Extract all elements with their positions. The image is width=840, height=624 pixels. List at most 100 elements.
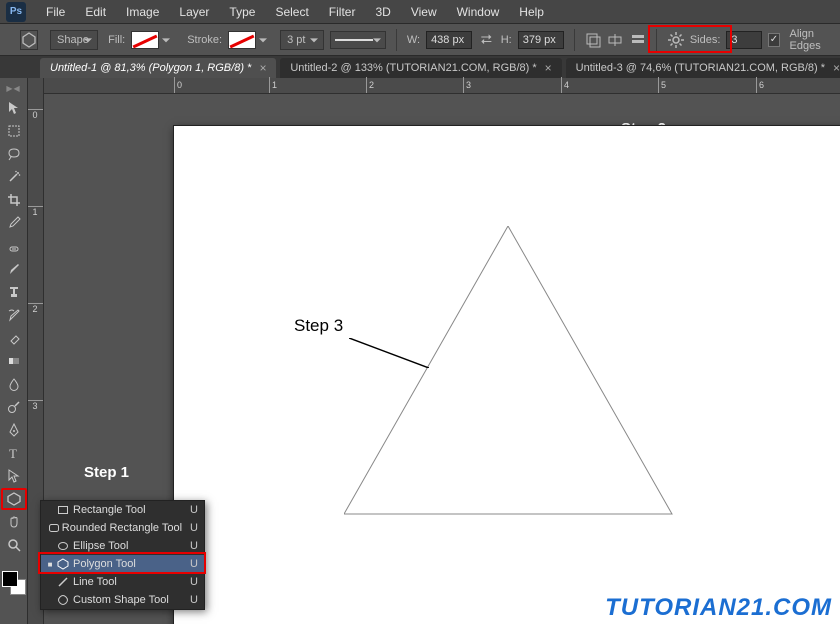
ruler-tick: 3 [463, 77, 471, 93]
menu-help[interactable]: Help [509, 0, 554, 24]
document-canvas[interactable]: Step 3 [174, 126, 840, 624]
align-edges-label: Align Edges [790, 28, 834, 52]
width-input[interactable] [426, 31, 472, 49]
line-tool-item[interactable]: Line Tool U [41, 573, 204, 591]
tool-preset-icon[interactable] [20, 30, 38, 50]
shape-tool-flyout: Rectangle Tool U Rounded Rectangle Tool … [40, 500, 205, 610]
foreground-background-colors[interactable] [2, 571, 26, 595]
height-label: H: [501, 34, 512, 46]
lasso-tool[interactable] [1, 143, 27, 165]
marquee-tool[interactable] [1, 120, 27, 142]
rounded-rectangle-icon [48, 522, 60, 534]
annotation-step3: Step 3 [294, 316, 343, 336]
menu-filter[interactable]: Filter [319, 0, 366, 24]
rectangle-tool-item[interactable]: Rectangle Tool U [41, 501, 204, 519]
ellipse-tool-item[interactable]: Ellipse Tool U [41, 537, 204, 555]
eraser-tool[interactable] [1, 327, 27, 349]
separator [574, 29, 575, 51]
tools-panel: ▶◀ T [0, 78, 28, 624]
link-wh-icon[interactable]: ⮂ [478, 29, 495, 51]
ruler-tick: 4 [561, 77, 569, 93]
brush-tool[interactable] [1, 258, 27, 280]
crop-tool[interactable] [1, 189, 27, 211]
custom-shape-icon [55, 594, 71, 606]
sides-label: Sides: [690, 34, 721, 46]
polygon-tool-item[interactable]: ■ Polygon Tool U [41, 555, 204, 573]
path-align-icon[interactable] [584, 29, 601, 51]
horizontal-ruler[interactable]: 0 1 2 3 4 5 6 [44, 78, 840, 94]
stroke-style-dropdown[interactable] [330, 31, 386, 49]
tab-untitled-2[interactable]: Untitled-2 @ 133% (TUTORIAN21.COM, RGB/8… [280, 58, 561, 78]
stroke-style-preview [335, 39, 373, 41]
tab-label: Untitled-2 @ 133% (TUTORIAN21.COM, RGB/8… [290, 62, 536, 74]
magic-wand-tool[interactable] [1, 166, 27, 188]
flyout-shortcut: U [190, 522, 198, 534]
path-options-icon[interactable] [630, 29, 647, 51]
gradient-tool[interactable] [1, 350, 27, 372]
separator [396, 29, 397, 51]
selected-marker: ■ [45, 560, 55, 569]
menu-window[interactable]: Window [447, 0, 510, 24]
path-arrange-icon[interactable] [607, 29, 624, 51]
history-brush-tool[interactable] [1, 304, 27, 326]
dodge-tool[interactable] [1, 396, 27, 418]
polygon-shape[interactable] [344, 226, 674, 516]
foreground-color-swatch[interactable] [2, 571, 18, 587]
document-tabs: Untitled-1 @ 81,3% (Polygon 1, RGB/8) * … [0, 56, 840, 78]
flyout-item-label: Ellipse Tool [73, 540, 182, 552]
annotation-step1: Step 1 [84, 464, 129, 481]
close-icon[interactable]: × [259, 61, 266, 75]
ruler-tick: 0 [174, 77, 182, 93]
menu-edit[interactable]: Edit [75, 0, 116, 24]
options-bar: Shape Fill: Stroke: 3 pt W: ⮂ H: Sides: … [0, 24, 840, 56]
blur-tool[interactable] [1, 373, 27, 395]
ruler-tick: 2 [28, 303, 43, 314]
app-logo: Ps [6, 2, 26, 22]
align-edges-checkbox[interactable] [768, 33, 779, 47]
pen-tool[interactable] [1, 419, 27, 441]
path-selection-tool[interactable] [1, 465, 27, 487]
sides-input[interactable] [726, 31, 762, 49]
custom-shape-tool-item[interactable]: Custom Shape Tool U [41, 591, 204, 609]
move-tool[interactable] [1, 97, 27, 119]
ellipse-icon [55, 540, 71, 552]
tab-untitled-3[interactable]: Untitled-3 @ 74,6% (TUTORIAN21.COM, RGB/… [566, 58, 840, 78]
flyout-shortcut: U [190, 594, 198, 606]
gear-icon[interactable] [667, 29, 684, 51]
shape-mode-dropdown[interactable]: Shape [50, 30, 98, 50]
flyout-shortcut: U [190, 540, 198, 552]
fill-swatch[interactable] [131, 31, 159, 49]
tab-untitled-1[interactable]: Untitled-1 @ 81,3% (Polygon 1, RGB/8) * … [40, 58, 276, 78]
shape-tool[interactable] [1, 488, 27, 510]
flyout-item-label: Custom Shape Tool [73, 594, 182, 606]
menu-layer[interactable]: Layer [169, 0, 219, 24]
separator [656, 29, 657, 51]
close-icon[interactable]: × [833, 61, 840, 75]
hand-tool[interactable] [1, 511, 27, 533]
ruler-tick: 2 [366, 77, 374, 93]
flyout-item-label: Rounded Rectangle Tool [62, 522, 182, 534]
panel-grip[interactable]: ▶◀ [0, 82, 27, 97]
zoom-tool[interactable] [1, 534, 27, 556]
shape-mode-label: Shape [57, 34, 89, 46]
menu-file[interactable]: File [36, 0, 75, 24]
rounded-rectangle-tool-item[interactable]: Rounded Rectangle Tool U [41, 519, 204, 537]
stroke-size-dropdown[interactable]: 3 pt [280, 30, 324, 50]
menu-select[interactable]: Select [265, 0, 318, 24]
height-input[interactable] [518, 31, 564, 49]
flyout-shortcut: U [190, 558, 198, 570]
menu-type[interactable]: Type [219, 0, 265, 24]
menu-view[interactable]: View [401, 0, 447, 24]
rectangle-icon [55, 504, 71, 516]
close-icon[interactable]: × [545, 61, 552, 75]
type-tool[interactable]: T [1, 442, 27, 464]
menu-3d[interactable]: 3D [365, 0, 400, 24]
clone-stamp-tool[interactable] [1, 281, 27, 303]
fill-label: Fill: [108, 34, 125, 46]
tab-label: Untitled-3 @ 74,6% (TUTORIAN21.COM, RGB/… [576, 62, 825, 74]
stroke-swatch[interactable] [228, 31, 256, 49]
menu-image[interactable]: Image [116, 0, 169, 24]
flyout-item-label: Rectangle Tool [73, 504, 182, 516]
eyedropper-tool[interactable] [1, 212, 27, 234]
healing-brush-tool[interactable] [1, 235, 27, 257]
